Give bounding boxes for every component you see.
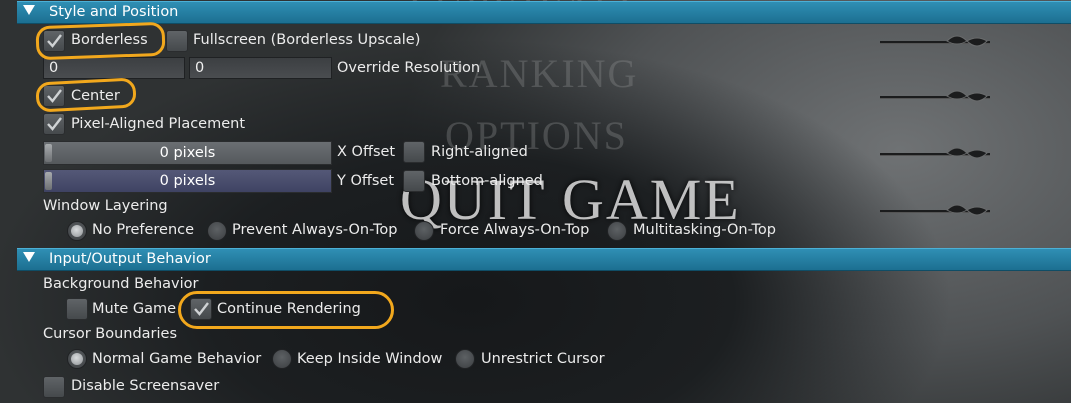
radio-label: Unrestrict Cursor [481, 351, 605, 367]
radio-prevent-always-on-top[interactable] [207, 221, 227, 241]
section-title: Input/Output Behavior [49, 251, 211, 267]
y-offset-value: 0 pixels [159, 173, 216, 189]
pixel-aligned-label: Pixel-Aligned Placement [71, 116, 246, 132]
radio-label: No Preference [92, 222, 195, 238]
settings-panel: Style and Position Borderless Fullscreen… [0, 0, 1071, 403]
radio-keep-inside-window[interactable] [272, 349, 292, 369]
section-title: Style and Position [49, 4, 179, 20]
y-offset-slider[interactable]: 0 pixels [43, 169, 332, 193]
mute-game-label: Mute Game [92, 301, 177, 317]
bottom-aligned-checkbox[interactable] [403, 170, 425, 192]
window-layering-label: Window Layering [43, 198, 168, 214]
radio-no-preference[interactable] [67, 221, 87, 241]
highlight-borderless [35, 21, 166, 61]
radio-multitasking-on-top[interactable] [607, 221, 627, 241]
disable-screensaver-label: Disable Screensaver [71, 378, 220, 394]
slider-handle[interactable] [45, 144, 52, 162]
y-offset-label: Y Offset [337, 173, 395, 189]
pixel-aligned-checkbox[interactable] [43, 113, 65, 135]
mute-game-checkbox[interactable] [66, 298, 88, 320]
right-aligned-label: Right-aligned [431, 144, 528, 160]
slider-handle[interactable] [45, 172, 52, 190]
resolution-height-input[interactable]: 0 [189, 57, 332, 79]
disable-screensaver-checkbox[interactable] [43, 376, 65, 398]
right-aligned-checkbox[interactable] [403, 141, 425, 163]
section-header-input-output[interactable]: Input/Output Behavior [17, 248, 1071, 271]
highlight-center [35, 77, 137, 113]
checkmark-icon [47, 117, 62, 131]
radio-label: Prevent Always-On-Top [232, 222, 398, 238]
radio-label: Keep Inside Window [297, 351, 443, 367]
radio-label: Multitasking-On-Top [633, 222, 776, 238]
fullscreen-label: Fullscreen (Borderless Upscale) [193, 32, 421, 48]
radio-label: Force Always-On-Top [440, 222, 590, 238]
background-behavior-label: Background Behavior [43, 276, 199, 292]
radio-unrestrict-cursor[interactable] [455, 349, 475, 369]
resolution-width-input[interactable]: 0 [43, 57, 185, 79]
fullscreen-checkbox[interactable] [166, 30, 188, 52]
bottom-aligned-label: Bottom-aligned [431, 173, 543, 189]
triangle-down-icon [23, 2, 37, 23]
triangle-down-icon [23, 249, 37, 270]
highlight-continue-rendering [178, 291, 394, 329]
radio-label: Normal Game Behavior [92, 351, 262, 367]
radio-normal-game-behavior[interactable] [67, 349, 87, 369]
x-offset-value: 0 pixels [159, 145, 216, 161]
radio-force-always-on-top[interactable] [414, 221, 434, 241]
cursor-boundaries-label: Cursor Boundaries [43, 326, 178, 342]
x-offset-label: X Offset [337, 144, 396, 160]
x-offset-slider[interactable]: 0 pixels [43, 141, 332, 165]
override-resolution-label: Override Resolution [337, 60, 481, 76]
section-header-style-position[interactable]: Style and Position [17, 1, 1071, 24]
